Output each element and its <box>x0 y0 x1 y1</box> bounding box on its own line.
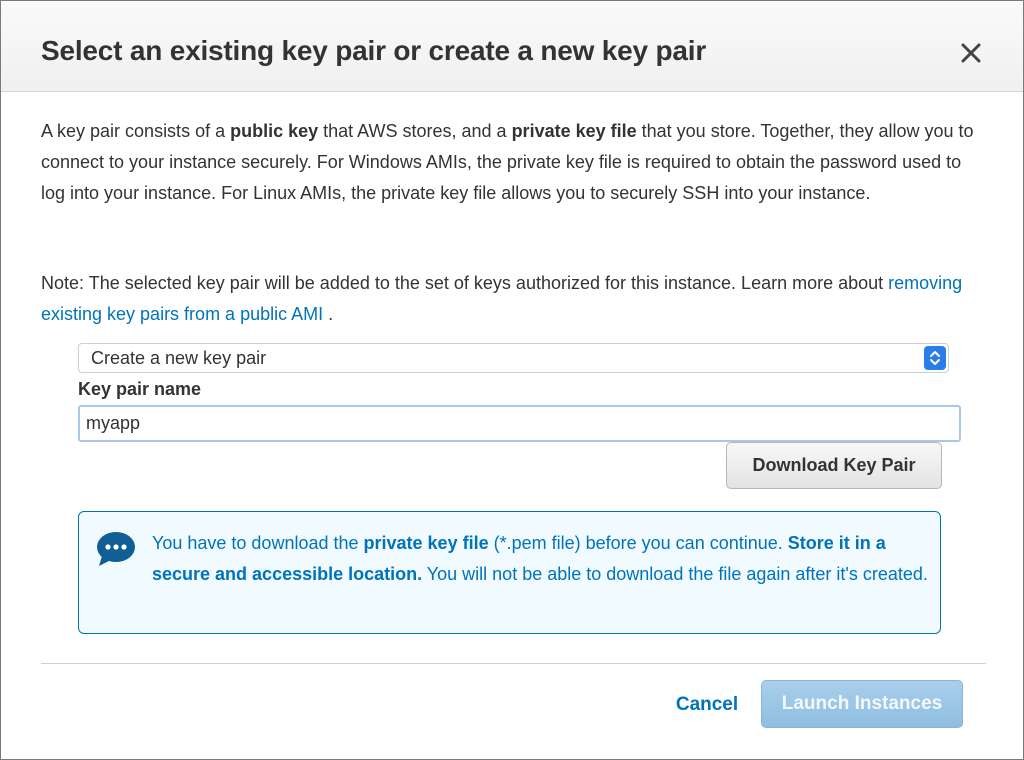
alert-message: You have to download the private key fil… <box>152 528 932 590</box>
chevron-up-down-icon <box>924 346 946 370</box>
intro-bold-private-key-file: private key file <box>511 121 637 141</box>
note-text: Note: The selected key pair will be adde… <box>41 273 889 293</box>
key-pair-option-select[interactable]: Create a new key pair <box>78 343 949 373</box>
dialog-title: Select an existing key pair or create a … <box>41 35 707 66</box>
alert-text: You will not be able to download the fil… <box>422 564 928 584</box>
footer-divider <box>41 663 986 664</box>
key-pair-dialog: Select an existing key pair or create a … <box>0 0 1024 760</box>
cancel-button[interactable]: Cancel <box>661 689 753 721</box>
key-pair-name-input[interactable] <box>78 405 961 442</box>
info-alert: You have to download the private key fil… <box>78 511 941 634</box>
select-value: Create a new key pair <box>91 348 267 368</box>
intro-bold-public-key: public key <box>230 121 319 141</box>
alert-text: (*.pem file) before you can continue. <box>488 533 788 553</box>
launch-instances-button[interactable]: Launch Instances <box>761 680 963 728</box>
close-icon[interactable] <box>957 39 985 67</box>
download-key-pair-button[interactable]: Download Key Pair <box>726 442 942 489</box>
intro-paragraph: A key pair consists of a public key that… <box>41 116 986 209</box>
note-paragraph: Note: The selected key pair will be adde… <box>41 268 986 330</box>
chat-bubble-icon <box>94 529 138 569</box>
alert-bold-private-key-file: private key file <box>363 533 489 553</box>
key-pair-name-label: Key pair name <box>78 379 202 399</box>
intro-text: that AWS stores, and a <box>318 121 512 141</box>
note-text: . <box>323 304 334 324</box>
alert-text: You have to download the <box>152 533 364 553</box>
intro-text: A key pair consists of a <box>41 121 231 141</box>
dialog-header: Select an existing key pair or create a … <box>1 1 1023 92</box>
